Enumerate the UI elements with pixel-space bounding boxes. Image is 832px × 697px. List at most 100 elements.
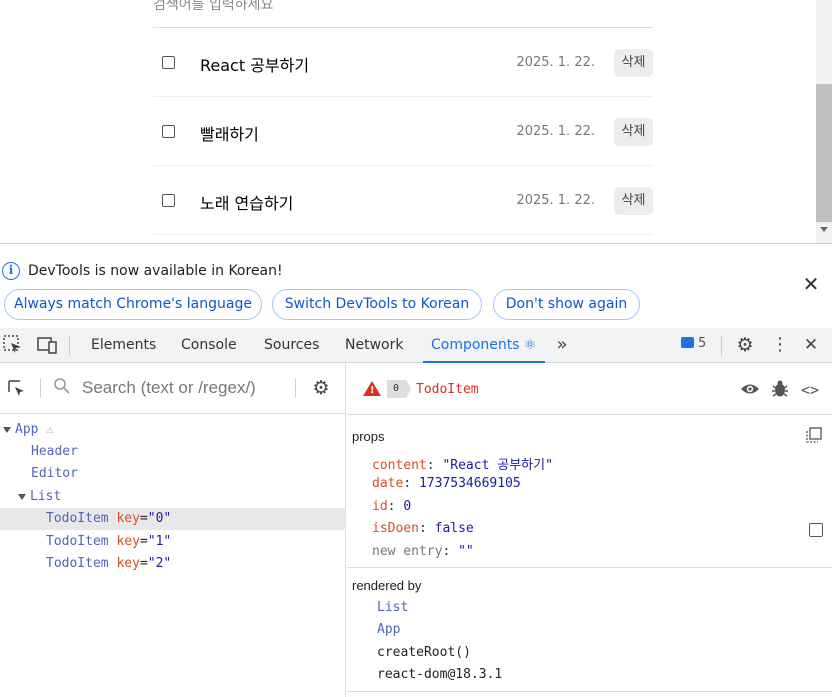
component-tree-panel: Search (text or /regex/) ⚙ App ⚠ Header …: [0, 363, 346, 697]
prop-key: isDoen: [372, 521, 419, 536]
inspector-header: ! 0 TodoItem <>: [347, 363, 832, 415]
component-name: TodoItem: [46, 534, 109, 549]
component-name: List: [30, 489, 62, 504]
scrollbar-thumb[interactable]: [816, 84, 832, 222]
new-prop-value[interactable]: "": [458, 544, 474, 559]
tree-node-todoitem[interactable]: TodoItem key="1": [46, 531, 171, 553]
close-devtools-icon[interactable]: ✕: [800, 334, 822, 356]
selected-component-name: TodoItem: [416, 382, 479, 397]
issues-count: 5: [698, 336, 707, 351]
tree-node-todoitem-selected[interactable]: TodoItem key="0": [0, 508, 346, 530]
close-infobar-icon[interactable]: ✕: [801, 274, 821, 294]
rendered-by-createroot: createRoot(): [377, 645, 471, 660]
info-icon: i: [2, 262, 20, 280]
device-toolbar-icon[interactable]: [36, 334, 58, 356]
component-name: App: [15, 422, 39, 437]
prop-row[interactable]: isDoen: false: [372, 521, 474, 536]
prop-row[interactable]: date: 1737534669105: [372, 476, 521, 491]
key-value: "1": [147, 534, 172, 549]
delete-button[interactable]: 삭제: [614, 49, 653, 77]
switch-to-korean-button[interactable]: Switch DevTools to Korean: [272, 289, 482, 320]
tab-sources[interactable]: Sources: [264, 328, 319, 363]
view-source-icon[interactable]: <>: [799, 379, 821, 401]
settings-gear-icon[interactable]: ⚙: [734, 334, 756, 356]
prop-boolean-checkbox[interactable]: [809, 523, 823, 537]
component-name: TodoItem: [46, 511, 109, 526]
search-icon: [51, 377, 73, 399]
prop-value[interactable]: false: [435, 521, 474, 536]
component-search-input[interactable]: Search (text or /regex/): [82, 378, 256, 398]
web-page: 검색어를 입력하세요 React 공부하기 2025. 1. 22. 삭제 빨래…: [0, 0, 832, 243]
more-tabs-chevron-icon[interactable]: »: [551, 334, 573, 356]
tab-network[interactable]: Network: [345, 328, 403, 363]
inspect-element-icon[interactable]: [2, 334, 24, 356]
key-value: "2": [147, 556, 172, 571]
key-value: "0": [147, 511, 172, 526]
dont-show-again-button[interactable]: Don't show again: [493, 289, 640, 320]
component-name: Editor: [31, 466, 78, 481]
component-name: TodoItem: [46, 556, 109, 571]
tree-node-list[interactable]: List: [18, 486, 61, 508]
section-divider: [347, 691, 832, 692]
rendered-by-app[interactable]: App: [377, 622, 400, 637]
tab-components[interactable]: Components ⚛: [423, 328, 545, 363]
rendered-by-list[interactable]: List: [377, 600, 408, 615]
component-inspector-panel: ! 0 TodoItem <> props content: "React 공부…: [347, 363, 832, 697]
prop-value[interactable]: "React 공부하기": [442, 458, 552, 473]
toolbar-divider: [40, 378, 41, 398]
delete-button[interactable]: 삭제: [614, 187, 653, 215]
new-prop-row[interactable]: new entry: "": [372, 544, 474, 559]
todo-content: 노래 연습하기: [200, 194, 294, 213]
tab-console[interactable]: Console: [181, 328, 237, 363]
search-input-placeholder[interactable]: 검색어를 입력하세요: [153, 0, 273, 14]
bug-icon[interactable]: [769, 379, 791, 401]
more-options-icon[interactable]: ⋮: [769, 334, 791, 356]
toolbar-divider: [721, 336, 722, 356]
prop-row[interactable]: content: "React 공부하기": [372, 454, 553, 473]
todo-date: 2025. 1. 22.: [516, 55, 595, 70]
match-language-button[interactable]: Always match Chrome's language: [4, 289, 262, 320]
prop-key: content: [372, 458, 427, 473]
rendered-by-title: rendered by: [352, 578, 422, 593]
devtools-tabbar: Elements Console Sources Network Compone…: [0, 328, 832, 363]
todo-content: 빨래하기: [200, 125, 259, 144]
tree-node-editor[interactable]: Editor: [31, 463, 78, 485]
todo-item: React 공부하기 2025. 1. 22. 삭제: [153, 28, 653, 97]
todo-checkbox[interactable]: [162, 194, 175, 207]
message-icon: [681, 337, 694, 348]
copy-props-icon[interactable]: [806, 427, 822, 443]
section-divider: [347, 567, 832, 568]
component-settings-gear-icon[interactable]: ⚙: [310, 377, 332, 399]
prop-row[interactable]: id: 0: [372, 499, 411, 514]
props-section-title: props: [352, 429, 385, 444]
expand-caret-icon[interactable]: [18, 493, 26, 500]
component-tree-toolbar: Search (text or /regex/) ⚙: [0, 363, 346, 414]
todo-date: 2025. 1. 22.: [516, 193, 595, 208]
prop-key: date: [372, 476, 404, 491]
devtools-panel: i DevTools is now available in Korean! A…: [0, 243, 832, 697]
warning-icon: ⚠: [46, 422, 54, 436]
tree-node-app[interactable]: App ⚠: [3, 418, 54, 440]
prop-value[interactable]: 1737534669105: [419, 476, 521, 491]
expand-caret-icon[interactable]: [3, 426, 11, 433]
component-name: Header: [31, 444, 78, 459]
issues-badge[interactable]: 5: [681, 336, 706, 351]
todo-checkbox[interactable]: [162, 56, 175, 69]
tree-node-header[interactable]: Header: [31, 441, 78, 463]
key-attribute: key: [116, 511, 140, 526]
delete-button[interactable]: 삭제: [614, 118, 653, 146]
prop-value[interactable]: 0: [403, 499, 411, 514]
scroll-down-arrow-icon[interactable]: [820, 227, 828, 232]
todo-item: 빨래하기 2025. 1. 22. 삭제: [153, 97, 653, 166]
tab-elements[interactable]: Elements: [91, 328, 156, 363]
rendered-by-react-dom: react-dom@18.3.1: [377, 667, 503, 682]
key-attribute: key: [116, 534, 140, 549]
select-element-icon[interactable]: [6, 378, 28, 400]
eye-icon[interactable]: [739, 379, 761, 401]
todo-checkbox[interactable]: [162, 125, 175, 138]
todo-item: 노래 연습하기 2025. 1. 22. 삭제: [153, 166, 653, 235]
toolbar-divider: [69, 336, 70, 356]
todo-content: React 공부하기: [200, 56, 310, 75]
tree-node-todoitem[interactable]: TodoItem key="2": [46, 553, 171, 575]
new-prop-key[interactable]: new entry: [372, 544, 442, 559]
